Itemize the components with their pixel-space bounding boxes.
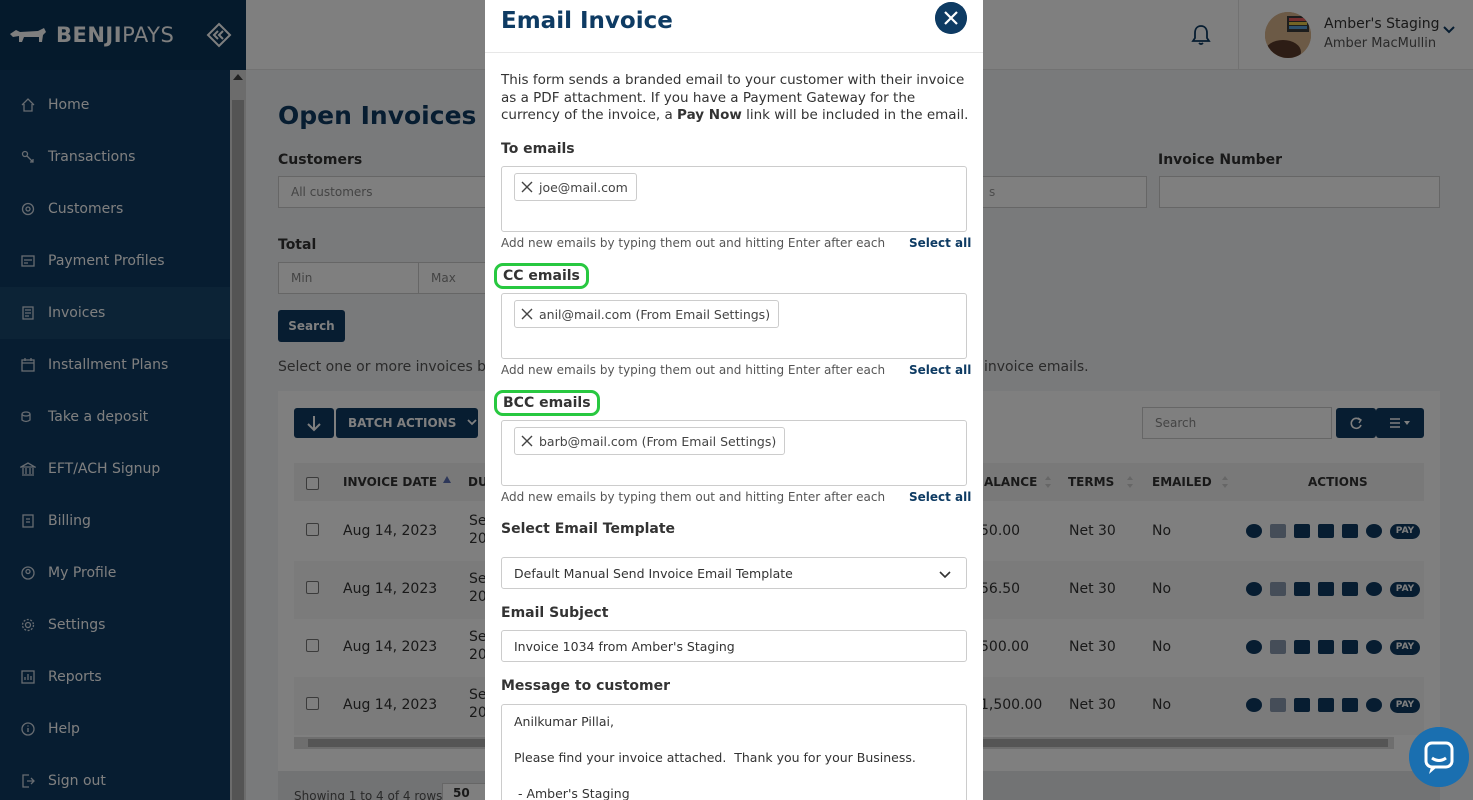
remove-chip-icon[interactable] [521, 435, 533, 447]
cc-emails-help: Add new emails by typing them out and hi… [501, 363, 886, 377]
remove-chip-icon[interactable] [521, 181, 533, 193]
message-textarea[interactable]: Anilkumar Pillai, Please find your invoic… [501, 704, 967, 800]
message-line: - Amber's Staging [514, 786, 630, 800]
desc-text-2: link will be included in the email. [741, 107, 969, 123]
bcc-select-all-link[interactable]: Select all [909, 490, 971, 504]
modal-description: This form sends a branded email to your … [501, 72, 971, 125]
message-line: Anilkumar Pillai, [514, 714, 614, 729]
to-emails-help: Add new emails by typing them out and hi… [501, 236, 886, 250]
email-chip: barb@mail.com (From Email Settings) [514, 427, 786, 455]
message-line [514, 732, 954, 750]
email-chip-label: joe@mail.com [539, 179, 628, 195]
cc-emails-field[interactable]: anil@mail.com (From Email Settings) [501, 293, 967, 359]
to-emails-label: To emails [501, 141, 575, 157]
message-line: Please find your invoice attached. Thank… [514, 750, 916, 765]
template-label: Select Email Template [501, 521, 676, 537]
bcc-emails-field[interactable]: barb@mail.com (From Email Settings) [501, 420, 967, 486]
cc-emails-label: CC emails [494, 263, 589, 289]
message-line [514, 768, 954, 786]
bcc-emails-label: BCC emails [494, 390, 600, 416]
email-invoice-modal: Email Invoice This form sends a branded … [485, 0, 983, 800]
modal-title: Email Invoice [501, 8, 673, 34]
remove-chip-icon[interactable] [521, 308, 533, 320]
template-selected-value: Default Manual Send Invoice Email Templa… [514, 566, 793, 581]
email-chip: joe@mail.com [514, 173, 637, 201]
to-select-all-link[interactable]: Select all [909, 236, 971, 250]
subject-label: Email Subject [501, 605, 609, 621]
cc-select-all-link[interactable]: Select all [909, 363, 971, 377]
bcc-emails-help: Add new emails by typing them out and hi… [501, 490, 886, 504]
email-chip-label: barb@mail.com (From Email Settings) [539, 433, 777, 449]
pay-now-text: Pay Now [677, 107, 742, 123]
chevron-down-icon [939, 571, 951, 579]
message-label: Message to customer [501, 678, 671, 694]
email-subject-input[interactable]: Invoice 1034 from Amber's Staging [501, 630, 967, 662]
email-template-select[interactable]: Default Manual Send Invoice Email Templa… [501, 557, 967, 589]
help-chat-icon[interactable] [1409, 727, 1469, 787]
to-emails-field[interactable]: joe@mail.com [501, 166, 967, 232]
email-chip: anil@mail.com (From Email Settings) [514, 300, 780, 328]
modal-divider [485, 52, 983, 53]
close-icon[interactable] [935, 2, 967, 34]
email-chip-label: anil@mail.com (From Email Settings) [539, 306, 771, 322]
